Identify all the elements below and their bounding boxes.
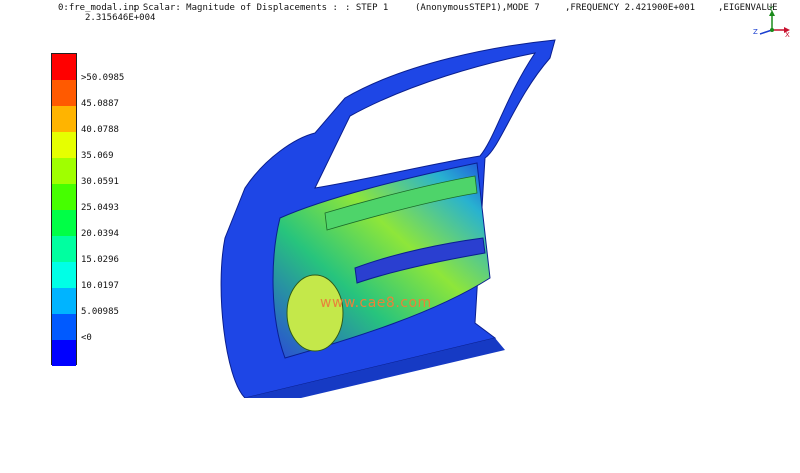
legend-swatch <box>52 184 76 210</box>
triad-z-label: Z <box>753 28 758 36</box>
legend-label: >50.0985 <box>81 73 125 83</box>
model-file-name: 0:fre_modal.inp <box>58 3 140 13</box>
legend-swatch <box>52 132 76 158</box>
legend-swatch <box>52 236 76 262</box>
triad-x-label: X <box>785 31 790 39</box>
legend-swatch <box>52 80 76 106</box>
legend-swatch <box>52 314 76 340</box>
legend-label: 30.0591 <box>81 177 119 187</box>
legend-label: 35.069 <box>81 151 114 161</box>
legend-label: 15.0296 <box>81 255 119 265</box>
legend-swatch <box>52 340 76 366</box>
scalar-description: : Scalar: Magnitude of Displacements : <box>132 3 338 13</box>
frequency-label: ,FREQUENCY 2.421900E+001 <box>565 3 696 13</box>
door-model-view <box>220 39 556 398</box>
legend-swatch <box>52 54 76 80</box>
axis-triad: Y X Z <box>753 5 790 39</box>
watermark-text: www.cae8.com <box>320 295 432 311</box>
legend-swatch <box>52 262 76 288</box>
triad-y-label: Y <box>768 5 774 13</box>
color-legend <box>51 53 77 366</box>
legend-label: 10.0197 <box>81 281 119 291</box>
legend-label: 5.00985 <box>81 307 119 317</box>
legend-label: <0 <box>81 333 92 343</box>
legend-label: 20.0394 <box>81 229 119 239</box>
legend-label: 25.0493 <box>81 203 119 213</box>
eigenvalue-value: 2.315646E+004 <box>85 13 156 23</box>
legend-label: 40.0788 <box>81 125 119 135</box>
speaker-region <box>286 274 344 352</box>
legend-swatch <box>52 106 76 132</box>
legend-label: 45.0887 <box>81 99 119 109</box>
step-name: (AnonymousSTEP1),MODE 7 <box>415 3 540 13</box>
legend-swatch <box>52 158 76 184</box>
step-label: : STEP 1 <box>345 3 389 13</box>
legend-swatch <box>52 288 76 314</box>
legend-swatch <box>52 210 76 236</box>
